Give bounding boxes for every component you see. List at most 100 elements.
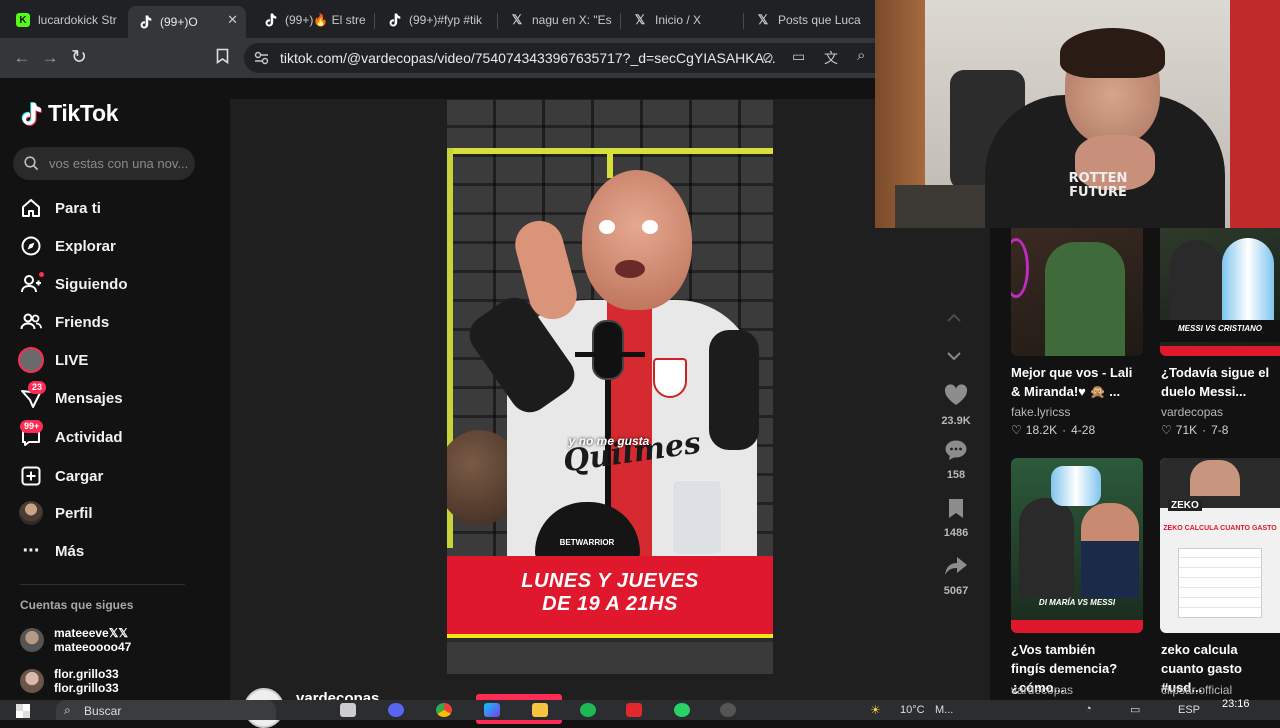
video-thumbnail[interactable]: ZEKO ZEKO CALCULA CUANTO GASTO	[1160, 458, 1280, 633]
folder-icon[interactable]	[532, 703, 548, 717]
following-account[interactable]: flor.grillo33 flor.grillo33	[20, 667, 119, 695]
avatar	[20, 628, 44, 652]
share-icon	[945, 557, 967, 575]
weather-icon: ☀	[870, 703, 881, 717]
browser-tab[interactable]: (99+)🔥 El stre	[253, 6, 371, 34]
video-author[interactable]: fake.lyricss	[1011, 405, 1070, 419]
tiktok-logo[interactable]: TikTok	[20, 100, 119, 127]
hoodie-text: ROTTEN FUTURE	[1068, 171, 1128, 200]
browser-tab-active[interactable]: (99+)O ✕	[128, 6, 246, 38]
bookmark-icon[interactable]	[212, 48, 232, 68]
zoom-icon[interactable]: ⌕	[857, 47, 865, 64]
browser-tab[interactable]: (99+)#fyp #tik	[377, 6, 495, 34]
windows-taskbar: ⌕ Buscar ☀ 10°C M... ◔ ▭ ESP 23:16	[0, 698, 1280, 720]
install-app-icon[interactable]: ▭	[792, 48, 805, 65]
app-icon[interactable]	[626, 703, 642, 717]
nav-label: LIVE	[55, 351, 89, 369]
site-settings-icon[interactable]	[254, 51, 269, 65]
save-button[interactable]: 1486	[934, 498, 978, 539]
heart-outline-icon: ♡	[1161, 423, 1172, 437]
nav-label: Mensajes	[55, 389, 123, 407]
heart-icon	[944, 384, 968, 405]
weather-temp[interactable]: 10°C	[900, 704, 925, 716]
video-title[interactable]: Mejor que vos - Lali & Miranda!♥ 🙊 ...	[1011, 363, 1133, 401]
webcam-overlay: ROTTEN FUTURE	[875, 0, 1280, 228]
friends-icon	[18, 309, 44, 335]
video-thumbnail[interactable]	[1011, 228, 1143, 356]
spotify-icon[interactable]	[580, 703, 596, 717]
search-input[interactable]: vos estas con una nov...	[13, 147, 195, 180]
head	[582, 170, 692, 310]
nav-mensajes[interactable]: 23 Mensajes	[18, 381, 123, 413]
discord-icon[interactable]	[388, 703, 404, 717]
following-account[interactable]: mateeeve𝕏𝕏 mateeoooo47	[20, 626, 131, 654]
browser-tab[interactable]: 𝕏 Inicio / X	[623, 6, 741, 34]
wifi-icon[interactable]: ◔	[1085, 703, 1092, 715]
browser-tab[interactable]: 𝕏 Posts que Luca	[746, 6, 868, 34]
browser-tab[interactable]: K lucardokick Str	[6, 6, 124, 34]
nav-friends[interactable]: Friends	[18, 307, 109, 337]
x-icon: 𝕏	[511, 12, 523, 27]
video-player[interactable]: Quilmes y no me gusta BETWARRIOR LUNES Y…	[447, 100, 773, 674]
edge-icon[interactable]	[484, 703, 500, 717]
chevron-down-icon[interactable]	[946, 348, 962, 366]
nav-explorar[interactable]: Explorar	[18, 231, 116, 261]
account-name: mateeeve𝕏𝕏	[54, 626, 129, 640]
tab-title: (99+)#fyp #tik	[409, 13, 483, 27]
nav-actividad[interactable]: 99+ Actividad	[18, 420, 123, 452]
language-indicator[interactable]: ESP	[1178, 704, 1200, 716]
volume-icon[interactable]: ▭	[1130, 703, 1140, 716]
eye	[642, 220, 658, 234]
avatar	[20, 669, 44, 693]
following-section-title: Cuentas que sigues	[20, 598, 134, 612]
video-author[interactable]: vardecopas	[1161, 405, 1223, 419]
chrome-icon[interactable]	[436, 703, 452, 717]
tab-title: lucardokick Str	[38, 13, 117, 27]
browser-tab-bar: K lucardokick Str (99+)O ✕ (99+)🔥 El str…	[0, 0, 875, 38]
nav-perfil[interactable]: Perfil	[18, 498, 93, 528]
share-button[interactable]: 5067	[934, 555, 978, 597]
nav-label: Friends	[55, 313, 110, 331]
address-bar[interactable]: tiktok.com/@vardecopas/video/75407434339…	[244, 43, 875, 73]
taskbar-search[interactable]: ⌕ Buscar	[56, 700, 276, 720]
divider	[20, 584, 185, 585]
nav-cargar[interactable]: Cargar	[18, 461, 103, 491]
nav-siguiendo[interactable]: Siguiendo	[18, 269, 128, 299]
video-thumbnail[interactable]: DI MARÍA VS MESSI	[1011, 458, 1143, 633]
clock-time[interactable]: 23:16	[1222, 698, 1250, 710]
translate-icon[interactable]: 文	[824, 48, 838, 68]
messages-badge: 23	[28, 381, 47, 394]
nav-live[interactable]: LIVE	[18, 345, 88, 375]
banner-line-2: DE 19 A 21HS	[542, 593, 678, 615]
close-icon[interactable]: ✕	[227, 12, 238, 28]
share-count: 5067	[943, 585, 969, 597]
chevron-up-icon[interactable]	[946, 310, 962, 326]
person-hair	[1060, 28, 1165, 78]
video-author[interactable]: clipsar.official	[1161, 683, 1232, 697]
microphone	[592, 320, 624, 380]
obs-icon[interactable]	[720, 703, 736, 717]
save-count: 1486	[943, 527, 969, 539]
forward-icon[interactable]: →	[40, 48, 60, 68]
eye	[599, 220, 615, 234]
windows-start-icon[interactable]	[16, 704, 30, 718]
task-view-icon[interactable]	[340, 703, 356, 717]
activity-badge: 99+	[20, 420, 44, 433]
cap-text: BETWARRIOR	[559, 538, 615, 547]
video-author[interactable]: vardecopas	[1011, 683, 1073, 697]
compass-icon	[18, 233, 44, 259]
comment-icon	[945, 440, 967, 460]
video-thumbnail[interactable]: MESSI VS CRISTIANO	[1160, 228, 1280, 356]
reload-icon[interactable]: ↻	[69, 48, 89, 68]
nav-mas[interactable]: ··· Más	[18, 536, 85, 566]
whatsapp-icon[interactable]	[674, 703, 690, 717]
comment-button[interactable]: 158	[934, 439, 978, 481]
browser-tab[interactable]: 𝕏 nagu en X: "Es	[500, 6, 618, 34]
video-title[interactable]: ¿Todavía sigue el duelo Messi...	[1161, 363, 1279, 401]
eye-off-icon[interactable]: ⊘	[762, 49, 774, 66]
back-icon[interactable]: ←	[12, 48, 32, 68]
tab-title: (99+)O	[160, 15, 198, 29]
like-button[interactable]: 23.9K	[934, 383, 978, 427]
nav-para-ti[interactable]: Para ti	[18, 193, 101, 223]
account-handle: mateeoooo47	[54, 640, 132, 654]
